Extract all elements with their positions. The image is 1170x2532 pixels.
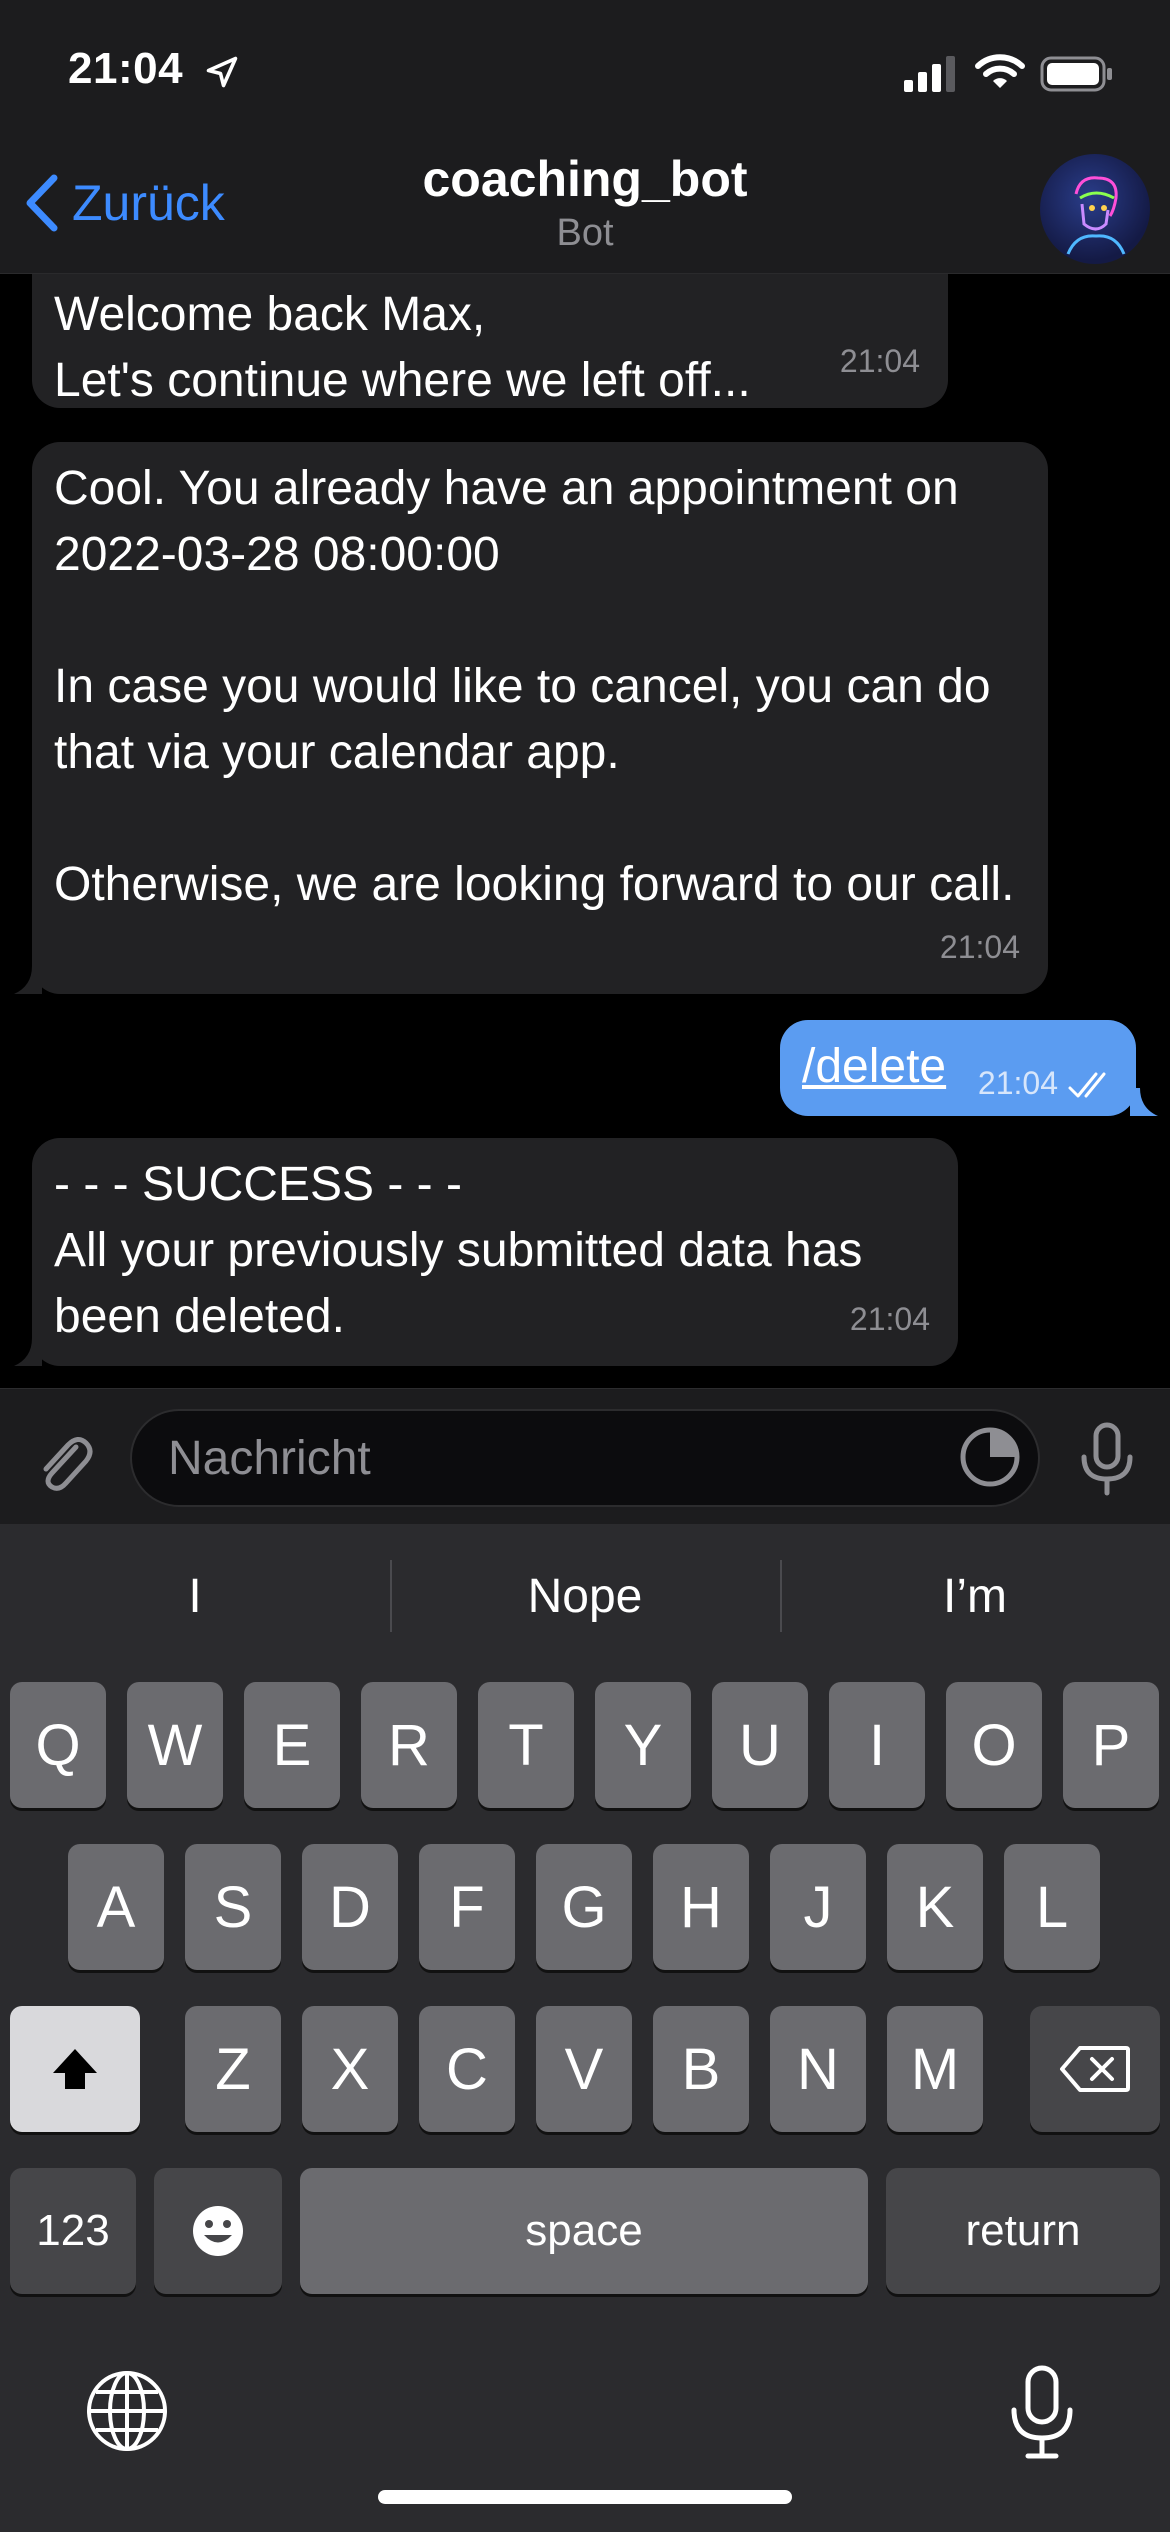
keyboard: I Nope I’m Q W E R T Y U I O P A S D F G…: [0, 1524, 1170, 2532]
wifi-icon: [975, 54, 1025, 88]
key-t[interactable]: T: [478, 1682, 574, 1808]
key-e[interactable]: E: [244, 1682, 340, 1808]
globe-icon[interactable]: [84, 2368, 170, 2454]
paperclip-icon[interactable]: [28, 1427, 98, 1497]
key-f[interactable]: F: [419, 1844, 515, 1970]
key-r[interactable]: R: [361, 1682, 457, 1808]
suggestion-item[interactable]: Nope: [390, 1540, 780, 1652]
page-title: coaching_bot: [422, 151, 748, 207]
key-k[interactable]: K: [887, 1844, 983, 1970]
chat-subtitle: Bot: [556, 212, 614, 254]
home-indicator[interactable]: [378, 2490, 792, 2504]
message-time: 21:04: [939, 929, 1020, 965]
command-link[interactable]: /delete: [802, 1040, 946, 1093]
key-p[interactable]: P: [1063, 1682, 1159, 1808]
delete-key[interactable]: [1030, 2006, 1160, 2132]
shift-key[interactable]: [10, 2006, 140, 2132]
suggestion-item[interactable]: I’m: [780, 1540, 1170, 1652]
message-composer: [0, 1388, 1170, 1524]
key-j[interactable]: J: [770, 1844, 866, 1970]
microphone-icon[interactable]: [1072, 1419, 1142, 1499]
battery-icon: [1040, 56, 1112, 92]
navigation-header: 21:04 Zurück coaching_bot Bot: [0, 0, 1170, 274]
incoming-message: - - - SUCCESS - - - All your previously …: [32, 1138, 958, 1366]
numbers-key[interactable]: 123: [10, 2168, 136, 2294]
key-m[interactable]: M: [887, 2006, 983, 2132]
message-time: 21:04: [839, 343, 920, 379]
location-arrow-icon: [206, 56, 238, 88]
globe-icon[interactable]: [84, 1524, 170, 1610]
key-n[interactable]: N: [770, 2006, 866, 2132]
key-z[interactable]: Z: [185, 2006, 281, 2132]
message-text: - - - SUCCESS - - - All your previously …: [54, 1158, 863, 1343]
space-key[interactable]: space: [300, 2168, 868, 2294]
suggestion-item[interactable]: I: [0, 1540, 390, 1652]
predictive-bar: I Nope I’m: [0, 1540, 1170, 1652]
dictation-mic-icon[interactable]: [1004, 2362, 1080, 2462]
key-y[interactable]: Y: [595, 1682, 691, 1808]
incoming-message: Welcome back Max, Let's continue where w…: [32, 274, 948, 408]
bubble-tail: [14, 1338, 42, 1366]
message-list[interactable]: Welcome back Max, Let's continue where w…: [0, 274, 1170, 1388]
outgoing-message: /delete 21:04: [780, 1020, 1136, 1116]
bubble-tail: [14, 966, 42, 994]
emoji-key[interactable]: [154, 2168, 282, 2294]
bubble-tail: [1130, 1088, 1158, 1116]
key-q[interactable]: Q: [10, 1682, 106, 1808]
bot-avatar-icon: [1066, 176, 1126, 255]
backspace-icon: [1060, 2046, 1130, 2092]
message-text: Cool. You already have an appointment on…: [54, 462, 1015, 911]
key-u[interactable]: U: [712, 1682, 808, 1808]
message-input[interactable]: [168, 1430, 1002, 1486]
key-w[interactable]: W: [127, 1682, 223, 1808]
key-b[interactable]: B: [653, 2006, 749, 2132]
shift-arrow-icon: [53, 2049, 97, 2089]
key-d[interactable]: D: [302, 1844, 398, 1970]
chat-title-block[interactable]: coaching_bot Bot: [0, 150, 1170, 255]
key-h[interactable]: H: [653, 1844, 749, 1970]
key-v[interactable]: V: [536, 2006, 632, 2132]
key-a[interactable]: A: [68, 1844, 164, 1970]
message-input-wrapper[interactable]: [130, 1409, 1040, 1507]
key-o[interactable]: O: [946, 1682, 1042, 1808]
emoji-icon: [193, 2206, 243, 2256]
message-time: 21:04: [977, 1065, 1058, 1101]
key-s[interactable]: S: [185, 1844, 281, 1970]
message-text: Welcome back Max, Let's continue where w…: [54, 288, 751, 407]
incoming-message: Cool. You already have an appointment on…: [32, 442, 1048, 994]
message-time: 21:04: [849, 1301, 930, 1337]
key-i[interactable]: I: [829, 1682, 925, 1808]
avatar[interactable]: [1040, 154, 1150, 264]
read-checkmarks-icon: [1068, 1072, 1106, 1098]
key-l[interactable]: L: [1004, 1844, 1100, 1970]
sticker-icon[interactable]: [958, 1425, 1022, 1489]
cellular-signal-icon: [904, 56, 955, 92]
status-time: 21:04: [68, 44, 184, 93]
return-key[interactable]: return: [886, 2168, 1160, 2294]
key-g[interactable]: G: [536, 1844, 632, 1970]
key-x[interactable]: X: [302, 2006, 398, 2132]
key-c[interactable]: C: [419, 2006, 515, 2132]
